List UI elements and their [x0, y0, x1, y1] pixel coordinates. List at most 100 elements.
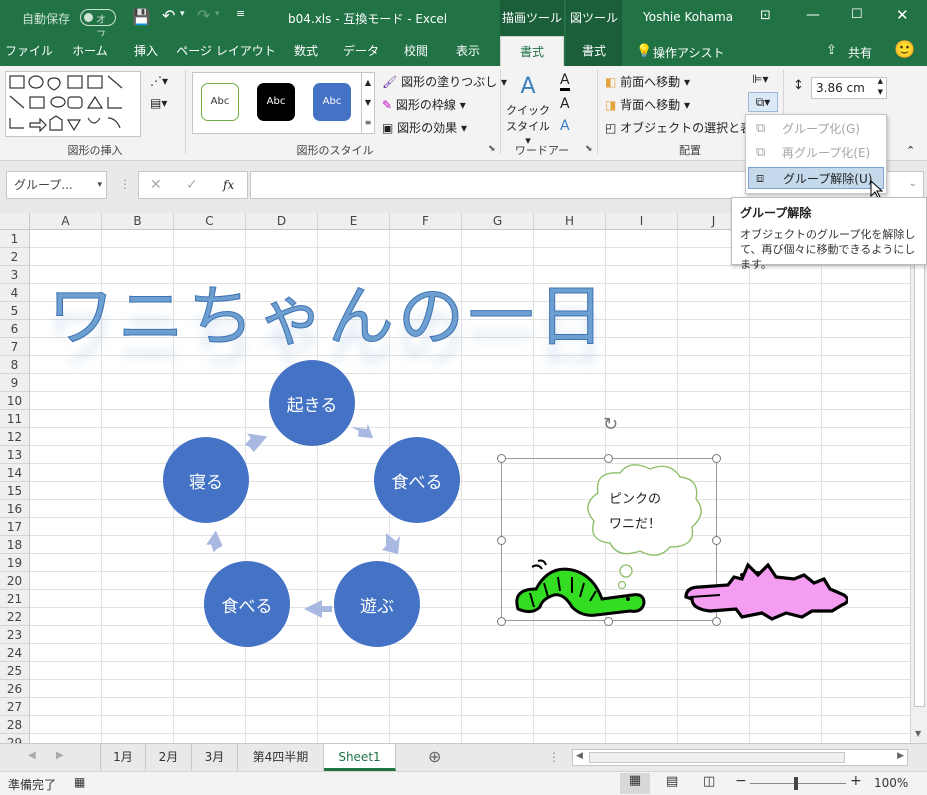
resize-handle[interactable] — [604, 454, 613, 463]
tab-page-layout[interactable]: ページ レイアウト — [176, 36, 276, 66]
shape-effects-button[interactable]: ▣ 図形の効果 ▾ — [382, 119, 467, 136]
cycle-node-wake[interactable]: 起きる — [269, 360, 355, 446]
worksheet[interactable]: A B C D E F G H I J 1 2 3 4 5 6 7 8 9 10 11 12 13 14 1… — [0, 213, 910, 743]
height-input[interactable]: 3.86 cm ▲ ▼ — [811, 77, 887, 99]
style-sample-outline[interactable]: Abc — [201, 83, 239, 121]
tab-view[interactable]: 表示 — [446, 36, 490, 66]
tab-drawing-format[interactable]: 書式 — [500, 36, 564, 66]
height-spin-icon[interactable]: ▲ ▼ — [878, 76, 883, 98]
close-icon[interactable]: ✕ — [896, 6, 909, 24]
tab-file[interactable]: ファイル — [4, 36, 54, 66]
resize-handle[interactable] — [497, 617, 506, 626]
tell-me[interactable]: 操作アシスト — [653, 44, 725, 61]
maximize-icon[interactable]: ☐ — [851, 7, 863, 22]
textbox-icon[interactable]: ▤▾ — [150, 96, 167, 110]
dialog-launcher-icon[interactable]: ⬊ — [488, 144, 496, 154]
send-backward-button[interactable]: ◨ 背面へ移動 ▾ — [605, 96, 690, 113]
worm-clipart-icon[interactable] — [510, 553, 650, 617]
resize-handle[interactable] — [604, 617, 613, 626]
sheet-tab-feb[interactable]: 2月 — [146, 744, 192, 771]
style-sample-black[interactable]: Abc — [257, 83, 295, 121]
selection-pane-button[interactable]: ◰ オブジェクトの選択と表示 — [605, 119, 764, 136]
redo-icon[interactable]: ↷ — [197, 6, 210, 25]
tab-home[interactable]: ホーム — [62, 36, 118, 66]
quick-styles-button[interactable]: A クイック スタイル ▾ — [505, 72, 551, 147]
cycle-node-play[interactable]: 遊ぶ — [334, 561, 420, 647]
collapse-ribbon-icon[interactable]: ⌃ — [906, 144, 915, 157]
shape-outline-button[interactable]: ✎ 図形の枠線 ▾ — [382, 96, 466, 113]
sheet-tab-mar[interactable]: 3月 — [192, 744, 238, 771]
next-sheet-icon[interactable]: ▶ — [56, 750, 64, 761]
menu-item-regroup[interactable]: ⧉ 再グループ化(E) — [748, 142, 884, 164]
resize-handle[interactable] — [712, 454, 721, 463]
align-icon[interactable]: ⊫▾ — [752, 72, 768, 86]
tab-review[interactable]: 校閲 — [394, 36, 438, 66]
prev-sheet-icon[interactable]: ◀ — [28, 750, 36, 761]
cycle-node-eat-2[interactable]: 食べる — [204, 561, 290, 647]
undo-dropdown-icon[interactable]: ▾ — [180, 9, 185, 19]
cycle-node-eat[interactable]: 食べる — [374, 437, 460, 523]
normal-view-icon[interactable]: ▦ — [620, 773, 650, 794]
page-break-view-icon[interactable]: ◫ — [703, 774, 715, 789]
style-sample-blue[interactable]: Abc — [313, 83, 351, 121]
scroll-left-icon[interactable]: ◀ — [576, 751, 583, 761]
autosave-toggle[interactable]: オフ — [80, 9, 116, 41]
shape-fill-button[interactable]: 🖌 図形の塗りつぶし ▾ — [382, 73, 507, 90]
bring-forward-button[interactable]: ◧ 前面へ移動 ▾ — [605, 73, 690, 90]
user-name[interactable]: Yoshie Kohama — [643, 10, 733, 24]
wordart-dialog-launcher-icon[interactable]: ⬊ — [585, 144, 593, 154]
save-icon[interactable]: 💾 — [132, 8, 151, 26]
zoom-level[interactable]: 100% — [874, 776, 908, 790]
zoom-slider-thumb[interactable] — [794, 777, 798, 790]
text-outline-icon[interactable]: A — [560, 96, 570, 112]
scroll-thumb[interactable] — [914, 233, 925, 707]
tab-insert[interactable]: 挿入 — [124, 36, 168, 66]
customize-qat-icon[interactable]: ≡ — [236, 7, 245, 20]
minimize-icon[interactable]: — — [806, 7, 820, 23]
vertical-scrollbar[interactable]: ▲ ▼ — [910, 213, 927, 743]
share-button[interactable]: 共有 — [848, 44, 872, 61]
enter-icon[interactable]: ✓ — [186, 177, 198, 193]
scroll-down-icon[interactable]: ▼ — [915, 729, 921, 738]
rotate-handle-icon[interactable]: ↻ — [603, 414, 618, 435]
gallery-scroll[interactable]: ▲ ▼ ≡ — [362, 72, 375, 134]
tab-split-icon[interactable]: ⋮ — [548, 750, 560, 764]
tab-picture-format[interactable]: 書式 — [566, 36, 622, 66]
page-layout-view-icon[interactable]: ▤ — [666, 774, 678, 789]
zoom-in-icon[interactable]: + — [850, 773, 862, 789]
tab-formulas[interactable]: 数式 — [284, 36, 328, 66]
horizontal-scrollbar[interactable]: ◀ ▶ — [572, 749, 908, 766]
share-icon[interactable]: ⇪ — [826, 43, 837, 58]
macro-record-icon[interactable]: ▦ — [74, 775, 85, 789]
name-box[interactable]: グループ... ▾ — [6, 171, 107, 199]
undo-icon[interactable]: ↶ — [162, 6, 175, 25]
pink-crocodile-icon[interactable] — [682, 551, 848, 621]
cancel-icon[interactable]: ✕ — [150, 177, 162, 193]
insert-function-icon[interactable]: fx — [223, 178, 234, 192]
redo-dropdown-icon[interactable]: ▾ — [215, 9, 220, 19]
sheet-tab-sheet1[interactable]: Sheet1 — [324, 744, 396, 771]
sheet-tab-jan[interactable]: 1月 — [100, 744, 146, 771]
text-effects-icon[interactable]: A — [560, 118, 570, 134]
scroll-right-icon[interactable]: ▶ — [897, 751, 904, 761]
resize-handle[interactable] — [497, 536, 506, 545]
smiley-icon[interactable]: 🙂 — [894, 40, 915, 60]
edit-shape-icon[interactable]: ⋰▾ — [150, 74, 168, 88]
sheet-tab-q4[interactable]: 第4四半期 — [238, 744, 324, 771]
h-scroll-thumb[interactable] — [589, 752, 845, 763]
text-fill-icon[interactable]: A — [560, 72, 570, 91]
group-button[interactable]: ⧉▾ — [748, 92, 778, 112]
expand-formula-icon[interactable]: ⌄ — [909, 178, 917, 189]
menu-item-ungroup[interactable]: ⧈ グループ解除(U) — [748, 167, 884, 189]
shapes-gallery[interactable] — [5, 71, 141, 137]
zoom-slider[interactable] — [750, 783, 846, 784]
add-sheet-icon[interactable]: ⊕ — [428, 747, 441, 766]
zoom-out-icon[interactable]: − — [735, 773, 747, 789]
resize-handle[interactable] — [497, 454, 506, 463]
tab-data[interactable]: データ — [336, 36, 386, 66]
cycle-node-sleep[interactable]: 寝る — [163, 437, 249, 523]
shape-style-gallery[interactable]: Abc Abc Abc — [192, 72, 362, 134]
name-box-dropdown-icon[interactable]: ▾ — [97, 172, 102, 198]
ribbon-display-icon[interactable]: ⊡ — [760, 8, 771, 23]
menu-item-group[interactable]: ⧉ グループ化(G) — [748, 118, 884, 140]
